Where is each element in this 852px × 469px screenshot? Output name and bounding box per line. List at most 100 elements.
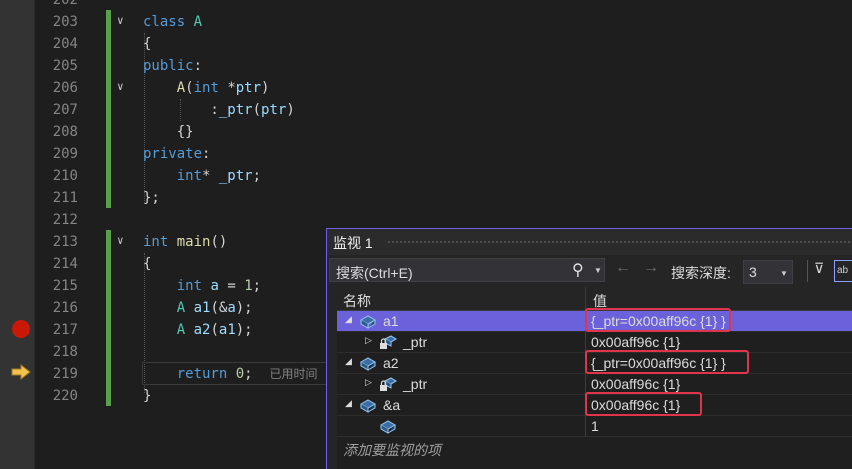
- pin-icon[interactable]: ⊽: [814, 260, 824, 277]
- code-line[interactable]: 217 A a2(a1);: [0, 319, 330, 341]
- code-line[interactable]: 206 A(int *ptr): [0, 77, 330, 99]
- search-back-icon[interactable]: ←: [615, 259, 631, 277]
- line-number: 210: [52, 168, 78, 184]
- code-token: _ptr: [218, 168, 253, 184]
- watch-name[interactable]: &a: [383, 397, 400, 413]
- code-token: ;: [252, 168, 262, 184]
- line-number: 219: [52, 366, 78, 382]
- expand-arrow-icon[interactable]: ▷: [365, 377, 372, 388]
- expand-arrow-icon[interactable]: ▷: [365, 335, 372, 346]
- code-token: );: [235, 300, 253, 316]
- view-format-button[interactable]: ab: [834, 260, 852, 282]
- code-line[interactable]: 219 return 0; 已用时间: [0, 363, 330, 385]
- watch-window: 监视 1 搜索(Ctrl+E) ⚲ ▼ ← → 搜索深度: 3 ▼ ⊽ ab 名…: [326, 228, 852, 469]
- code-token: a1: [218, 322, 236, 338]
- code-token: int: [143, 234, 169, 250]
- column-divider[interactable]: [585, 287, 586, 310]
- code-token: A: [176, 300, 186, 316]
- line-number: 205: [52, 58, 78, 74]
- code-line[interactable]: 220}: [0, 385, 330, 407]
- line-number: 215: [52, 278, 78, 294]
- watch-name[interactable]: a2: [383, 355, 399, 371]
- code-line[interactable]: 209 private:: [0, 143, 330, 165]
- code-token: a2: [193, 322, 211, 338]
- elapsed-time-hint: 已用时间: [269, 367, 318, 381]
- code-text: A a1(&a);: [143, 297, 253, 319]
- search-forward-icon[interactable]: →: [643, 259, 659, 277]
- code-token: main: [176, 234, 211, 250]
- code-line[interactable]: 215 int a = 1;: [0, 275, 330, 297]
- watch-title-bar[interactable]: 监视 1: [327, 229, 852, 255]
- watch-value[interactable]: 0x00aff96c {1}: [591, 334, 680, 350]
- code-line[interactable]: 203 class A: [0, 11, 330, 33]
- search-icon[interactable]: ⚲: [572, 260, 584, 280]
- code-line[interactable]: 204 {: [0, 33, 330, 55]
- code-text: {: [143, 253, 151, 275]
- line-number: 217: [52, 322, 78, 338]
- watch-row[interactable]: 1: [337, 416, 852, 437]
- code-token: 0: [235, 366, 245, 382]
- search-depth-select[interactable]: 3 ▼: [743, 260, 793, 284]
- watch-name[interactable]: _ptr: [403, 376, 427, 392]
- code-text: };: [143, 187, 160, 209]
- search-input[interactable]: 搜索(Ctrl+E) ⚲ ▼: [329, 258, 605, 282]
- line-number: 204: [52, 36, 78, 52]
- code-line[interactable]: 218: [0, 341, 330, 363]
- code-token: *: [202, 168, 219, 184]
- code-token: :: [193, 58, 203, 74]
- title-grip: [387, 240, 852, 244]
- code-text: :_ptr(ptr): [143, 99, 294, 121]
- code-token: a: [227, 300, 236, 316]
- add-watch-item[interactable]: 添加要监视的项: [343, 440, 441, 460]
- highlight-box: [585, 350, 749, 374]
- watch-name[interactable]: _ptr: [403, 334, 427, 350]
- code-line[interactable]: 216 A a1(&a);: [0, 297, 330, 319]
- code-line[interactable]: 207 :_ptr(ptr): [0, 99, 330, 121]
- code-line[interactable]: 202: [0, 0, 330, 11]
- highlight-box: [585, 392, 702, 416]
- line-number: 218: [52, 344, 78, 360]
- collapse-arrow-icon[interactable]: ◢: [345, 356, 352, 367]
- line-number: 207: [52, 102, 78, 118]
- code-token: ptr: [235, 80, 262, 96]
- code-line[interactable]: 214 {: [0, 253, 330, 275]
- watch-value[interactable]: 0x00aff96c {1}: [591, 376, 680, 392]
- code-token: {: [143, 36, 152, 52]
- column-name-header[interactable]: 名称: [343, 291, 371, 311]
- code-line[interactable]: 205 public:: [0, 55, 330, 77]
- code-line[interactable]: 213 int main(): [0, 231, 330, 253]
- code-line[interactable]: 210 int* _ptr;: [0, 165, 330, 187]
- code-text: A(int *ptr): [143, 77, 270, 99]
- highlight-box: [585, 308, 731, 332]
- cell-divider: [585, 416, 586, 437]
- variable-icon: [359, 396, 377, 414]
- chevron-down-icon: ▼: [780, 269, 788, 278]
- code-text: {: [143, 33, 151, 55]
- collapse-arrow-icon[interactable]: ◢: [345, 314, 352, 325]
- code-token: {: [143, 256, 152, 272]
- search-dropdown-icon[interactable]: ▼: [594, 266, 602, 275]
- code-token: (): [210, 234, 228, 250]
- code-token: A: [193, 14, 203, 30]
- code-token: *: [218, 80, 236, 96]
- line-number: 203: [52, 14, 78, 30]
- code-token: public: [143, 58, 194, 74]
- line-number: 216: [52, 300, 78, 316]
- watch-value[interactable]: 1: [591, 418, 599, 434]
- variable-icon: [359, 354, 377, 372]
- collapse-arrow-icon[interactable]: ◢: [345, 398, 352, 409]
- code-line[interactable]: 208 {}: [0, 121, 330, 143]
- code-line[interactable]: 212: [0, 209, 330, 231]
- code-text: return 0; 已用时间: [143, 363, 318, 385]
- code-line[interactable]: 211};: [0, 187, 330, 209]
- code-text: A a2(a1);: [143, 319, 253, 341]
- line-number: 206: [52, 80, 78, 96]
- code-token: A: [176, 322, 186, 338]
- code-token: ;: [244, 366, 270, 382]
- code-token: (: [185, 80, 194, 96]
- watch-name[interactable]: a1: [383, 313, 399, 329]
